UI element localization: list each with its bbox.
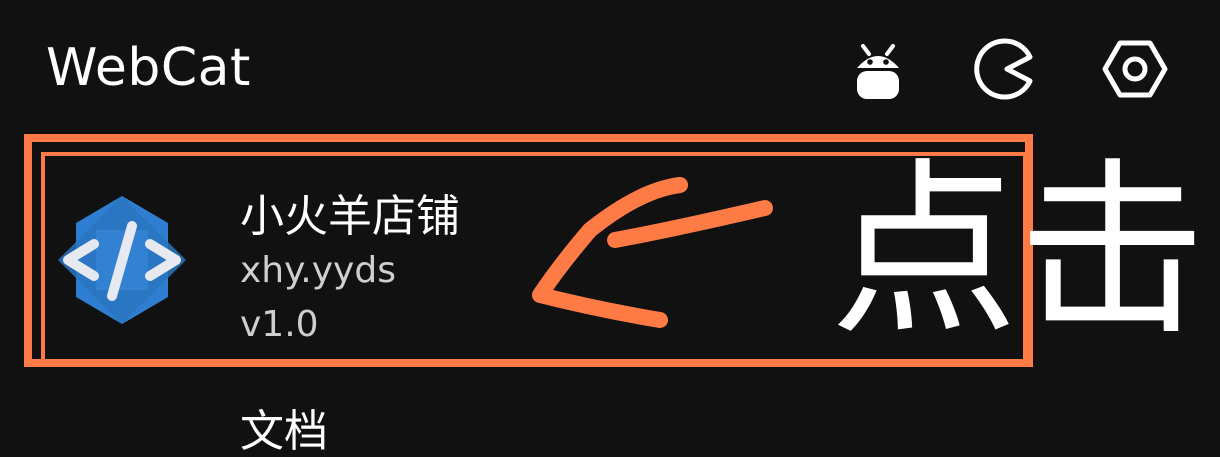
android-icon[interactable] (843, 34, 913, 104)
click-annotation-text: 点击 (830, 142, 1206, 361)
settings-icon[interactable] (1100, 34, 1170, 104)
app-version: v1.0 (240, 304, 319, 345)
pacman-icon[interactable] (972, 34, 1042, 104)
app-name: 小火羊店铺 (240, 191, 460, 242)
arrow-annotation-icon (520, 160, 800, 340)
app-logo-icon (50, 188, 194, 332)
app-package: xhy.yyds (240, 250, 396, 291)
app-title: WebCat (46, 38, 251, 98)
next-list-item-label: 文档 (240, 406, 328, 457)
